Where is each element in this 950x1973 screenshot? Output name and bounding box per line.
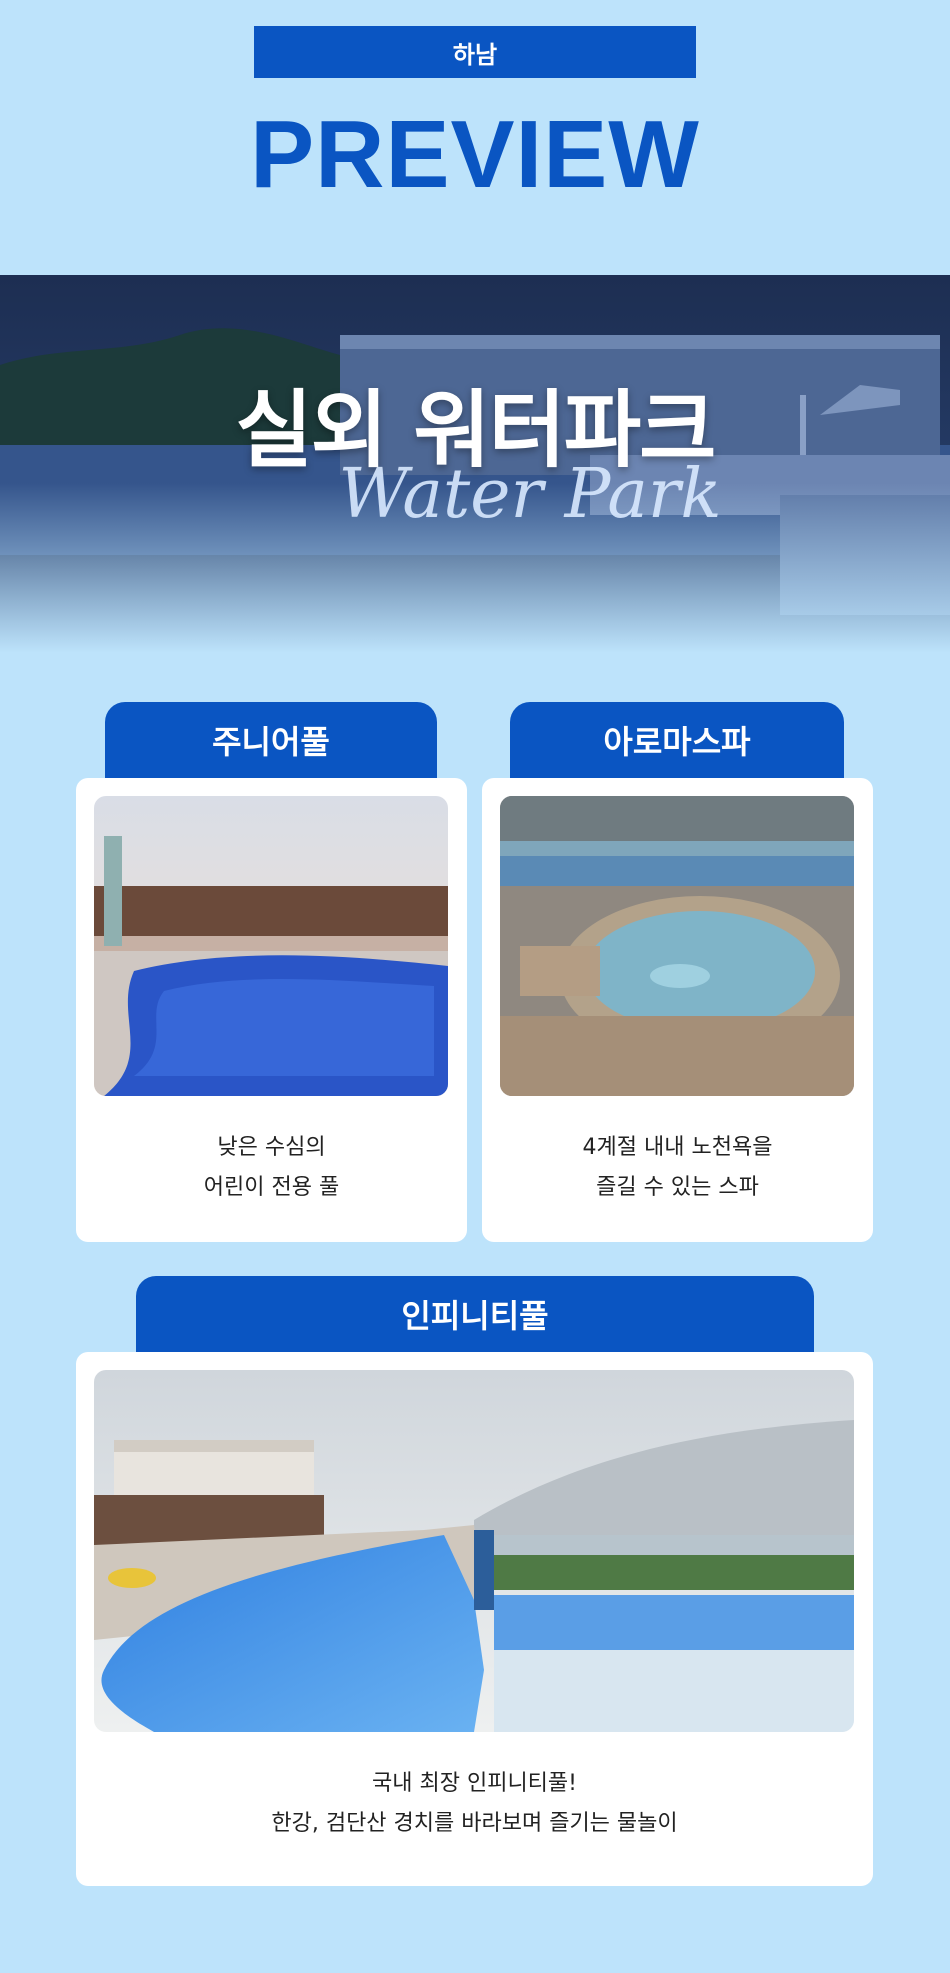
- hero-subtitle: Water Park: [338, 455, 722, 534]
- tab-aroma-spa: 아로마스파: [510, 702, 844, 778]
- page-title: PREVIEW: [250, 101, 700, 208]
- aroma-spa-caption-line1: 4계절 내내 노천욕을: [582, 1135, 773, 1160]
- infinity-pool-photo: [94, 1370, 854, 1732]
- tab-infinity-pool: 인피니티풀: [136, 1276, 814, 1352]
- tab-junior-pool: 주니어풀: [105, 702, 437, 778]
- junior-pool-photo: [94, 796, 448, 1096]
- infinity-pool-caption-line2: 한강, 검단산 경치를 바라보며 즐기는 물놀이: [271, 1811, 678, 1836]
- location-badge: 하남: [254, 26, 696, 78]
- aroma-spa-photo: [500, 796, 854, 1096]
- junior-pool-caption-line1: 낮은 수심의: [217, 1135, 326, 1160]
- aroma-spa-caption-line2: 즐길 수 있는 스파: [596, 1175, 759, 1200]
- junior-pool-caption-line2: 어린이 전용 풀: [203, 1175, 340, 1200]
- hero-banner: 실외 워터파크 Water Park: [0, 275, 950, 653]
- infinity-pool-caption-line1: 국내 최장 인피니티풀!: [372, 1771, 577, 1796]
